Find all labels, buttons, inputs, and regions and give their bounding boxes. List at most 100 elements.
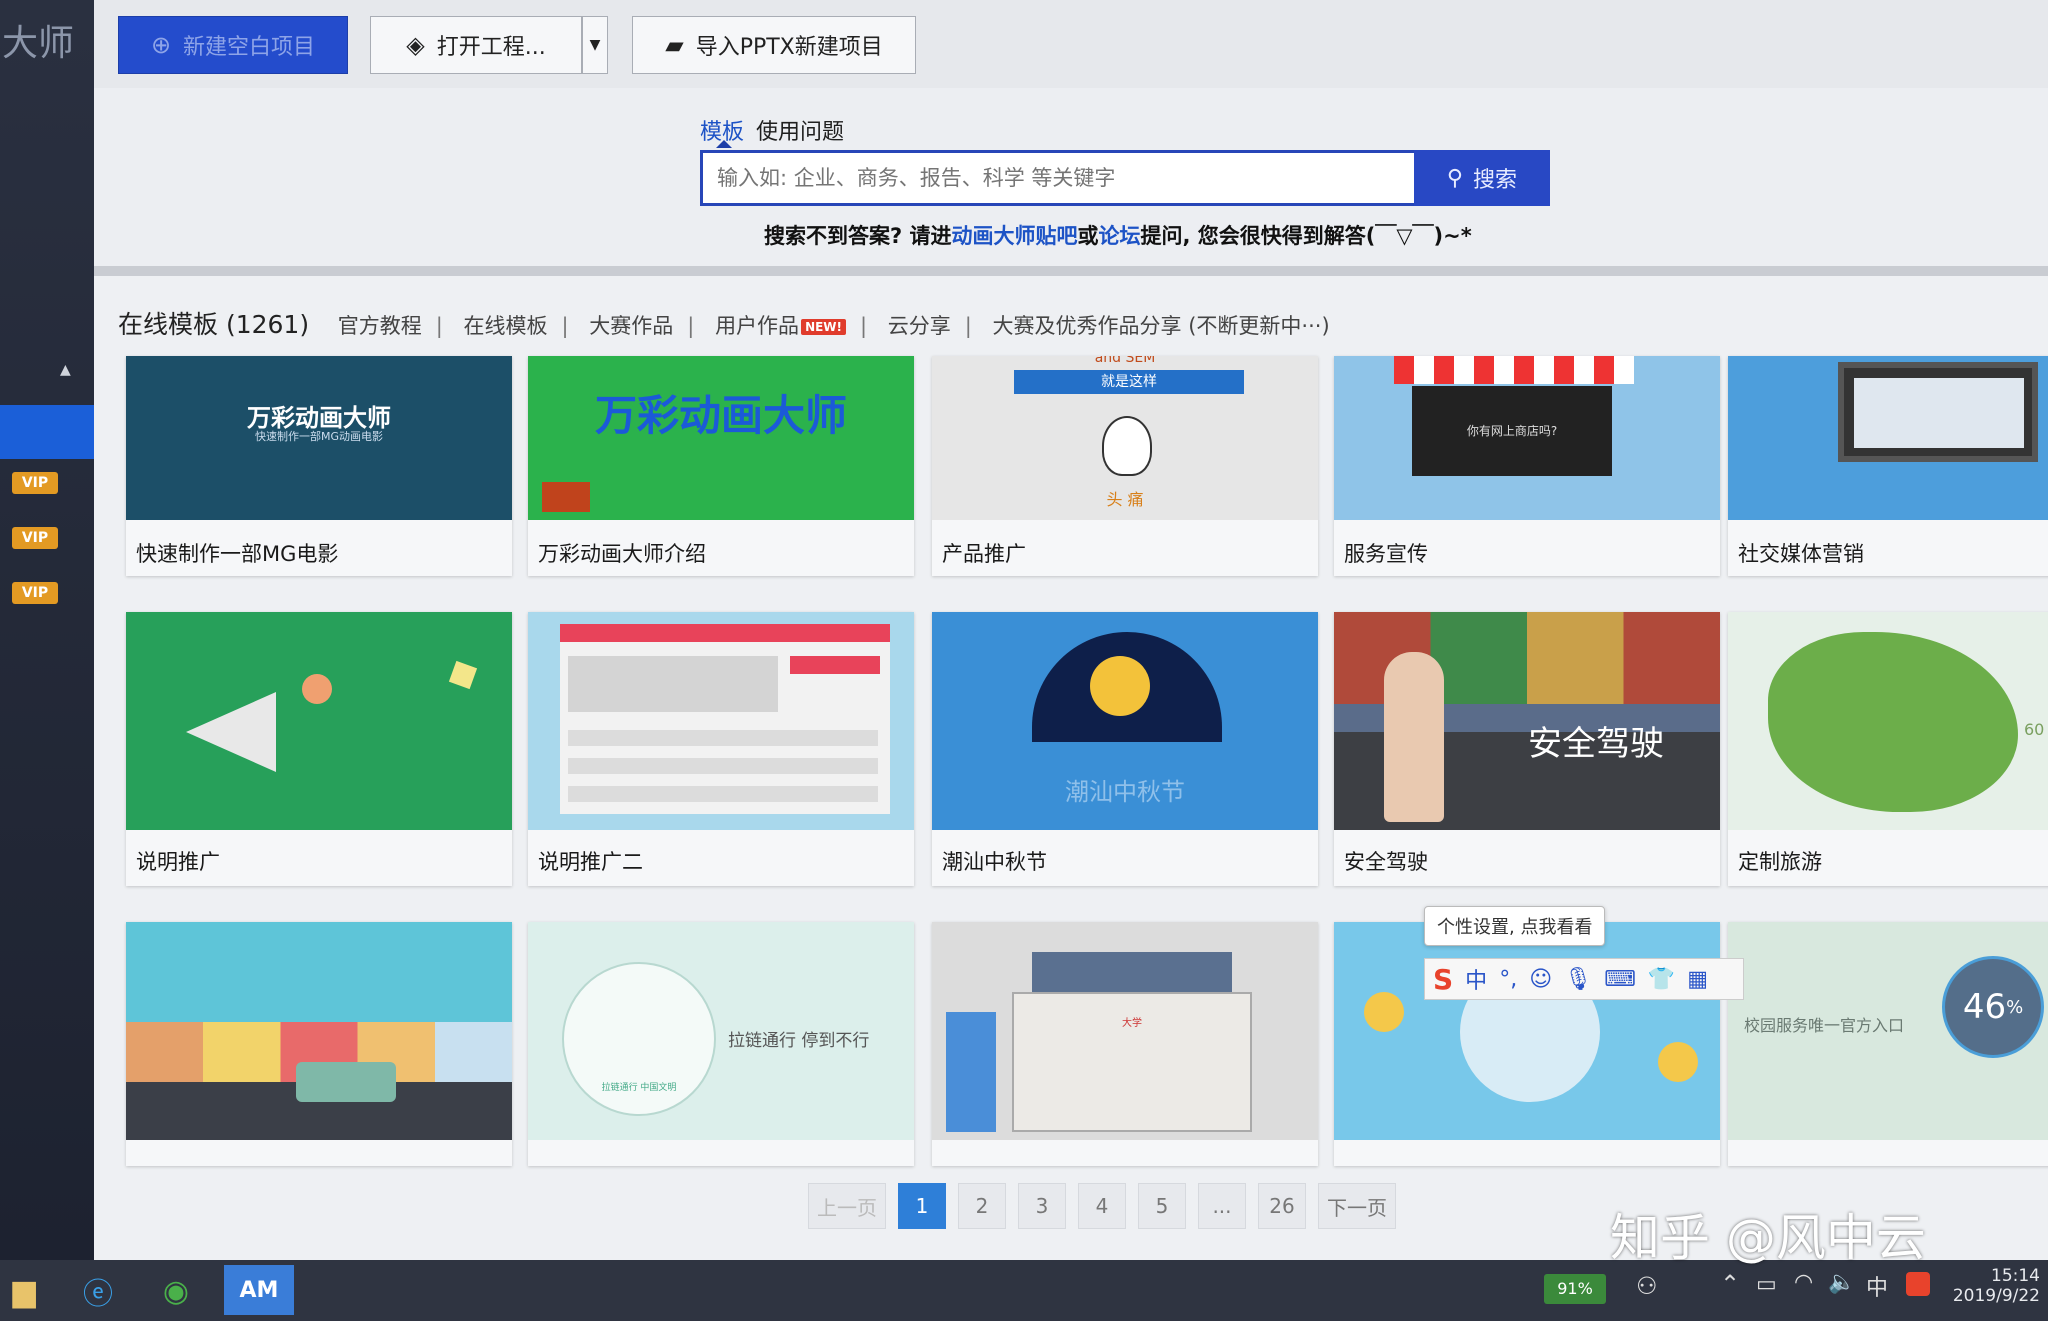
battery-icon[interactable]: ▭ — [1756, 1272, 1777, 1297]
megaphone-icon — [186, 692, 276, 772]
folder-icon[interactable]: ▆ — [0, 1268, 48, 1314]
sogou-logo-icon[interactable]: S — [1433, 963, 1453, 996]
template-card[interactable]: 说明推广 — [126, 612, 512, 886]
template-thumbnail: and SEM 就是这样 头 痛 — [932, 356, 1318, 520]
page-3[interactable]: 3 — [1018, 1183, 1066, 1229]
sidebar-active-item[interactable] — [0, 405, 94, 459]
ime-indicator[interactable]: 中 — [1866, 1270, 1888, 1302]
forum-link[interactable]: 论坛 — [1099, 224, 1141, 248]
new-badge: NEW! — [801, 319, 847, 335]
microphone-icon[interactable]: 🎙 — [1564, 967, 1592, 992]
page-1[interactable]: 1 — [898, 1183, 946, 1229]
clock[interactable]: 15:14 2019/9/22 — [1953, 1266, 2040, 1306]
wifi-icon[interactable]: ◠ — [1794, 1270, 1813, 1295]
template-title: 说明推广 — [136, 850, 220, 874]
template-card[interactable]: 大学 — [932, 922, 1318, 1166]
template-card[interactable]: 安全驾驶 安全驾驶 — [1334, 612, 1720, 886]
category-online-templates[interactable]: 在线模板 — [464, 314, 548, 338]
prev-page-button[interactable]: 上一页 — [808, 1183, 886, 1229]
performance-widget[interactable]: 46% — [1942, 956, 2044, 1058]
category-contest-works[interactable]: 大赛作品 — [589, 314, 673, 338]
template-card[interactable]: 社交媒体营销 — [1728, 356, 2048, 576]
people-icon[interactable]: ⚇ — [1636, 1272, 1658, 1300]
punctuation-icon[interactable]: °, — [1499, 967, 1517, 992]
tray-chevron-up-icon[interactable]: ⌃ — [1720, 1270, 1740, 1298]
page-26[interactable]: 26 — [1258, 1183, 1306, 1229]
template-card[interactable]: 60 定制旅游 — [1728, 612, 2048, 886]
category-cloud-share[interactable]: 云分享 — [888, 314, 951, 338]
layers-icon: ◈ — [406, 31, 425, 59]
template-title: 快速制作一部MG电影 — [136, 542, 339, 566]
emoji-icon[interactable]: ☺ — [1529, 967, 1552, 992]
open-project-button[interactable]: ◈ 打开工程... — [370, 16, 582, 74]
template-card[interactable] — [126, 922, 512, 1166]
gate-roof — [1032, 952, 1232, 992]
vip-badge[interactable]: VIP — [12, 527, 58, 549]
template-card[interactable]: 说明推广二 — [528, 612, 914, 886]
new-project-button[interactable]: ⊕ 新建空白项目 — [118, 16, 348, 74]
search-input[interactable] — [700, 150, 1426, 206]
template-thumbnail: 安全驾驶 — [1334, 612, 1720, 830]
desk-illustration — [542, 482, 590, 512]
open-project-dropdown[interactable]: ▼ — [582, 16, 608, 74]
volume-icon[interactable]: 🔈 — [1828, 1270, 1855, 1295]
plus-circle-icon: ⊕ — [150, 31, 172, 59]
ime-lang-toggle[interactable]: 中 — [1465, 963, 1487, 995]
ime-tooltip[interactable]: 个性设置, 点我看看 — [1424, 906, 1606, 946]
vip-badge[interactable]: VIP — [12, 472, 58, 494]
online-templates-count[interactable]: 在线模板 (1261) — [118, 310, 309, 339]
template-title: 安全驾驶 — [1344, 850, 1428, 874]
page-4[interactable]: 4 — [1078, 1183, 1126, 1229]
night-sky-illustration — [1032, 632, 1222, 742]
next-page-button[interactable]: 下一页 — [1318, 1183, 1396, 1229]
template-card[interactable]: 万彩动画大师 快速制作一部MG动画电影 快速制作一部MG电影 — [126, 356, 512, 576]
page-ellipsis: ... — [1198, 1183, 1246, 1229]
ime-toolbar[interactable]: S 中 °, ☺ 🎙 ⌨ 👕 ▦ — [1424, 958, 1744, 1000]
template-thumbnail — [126, 922, 512, 1140]
template-thumbnail: 潮汕中秋节 — [932, 612, 1318, 830]
university-gate-illustration: 大学 — [1012, 992, 1252, 1132]
page-2[interactable]: 2 — [958, 1183, 1006, 1229]
pagination: 上一页 1 2 3 4 5 ... 26 下一页 — [808, 1182, 1396, 1230]
template-title: 服务宣传 — [1344, 542, 1428, 566]
category-official-tutorials[interactable]: 官方教程 — [338, 314, 422, 338]
bus-illustration — [296, 1062, 396, 1102]
skin-icon[interactable]: 👕 — [1648, 967, 1675, 992]
category-user-works[interactable]: 用户作品 — [715, 314, 799, 338]
search-button[interactable]: ⚲ 搜索 — [1414, 150, 1550, 206]
tab-usage-questions[interactable]: 使用问题 — [756, 114, 844, 146]
collapse-arrow-icon[interactable]: ▲ — [60, 362, 71, 378]
page-5[interactable]: 5 — [1138, 1183, 1186, 1229]
template-thumbnail — [1728, 356, 2048, 520]
sogou-tray-icon[interactable] — [1906, 1272, 1930, 1296]
woman-illustration — [1384, 652, 1444, 822]
template-thumbnail: 60 — [1728, 612, 2048, 830]
template-card[interactable]: 你有网上商店吗? 服务宣传 — [1334, 356, 1720, 576]
app-window: 大师 ▲ VIP VIP VIP ⊕ 新建空白项目 ◈ 打开工程... ▼ ▰ … — [0, 0, 2048, 1321]
china-map-illustration — [1768, 632, 2018, 812]
building-left — [946, 1012, 996, 1132]
laptop-illustration — [1838, 362, 2038, 462]
template-title: 潮汕中秋节 — [942, 850, 1047, 874]
import-pptx-button[interactable]: ▰ 导入PPTX新建项目 — [632, 16, 916, 74]
battery-indicator[interactable]: 91% — [1544, 1274, 1606, 1304]
template-thumbnail: 拉链通行 中国文明 拉链通行 停到不行 — [528, 922, 914, 1140]
vip-badge[interactable]: VIP — [12, 582, 58, 604]
template-card[interactable]: 拉链通行 中国文明 拉链通行 停到不行 — [528, 922, 914, 1166]
zhihu-watermark: 知乎 @风中云 — [1610, 1209, 1926, 1267]
browser-360-icon[interactable]: ◉ — [152, 1268, 200, 1314]
animation-master-taskbar-button[interactable]: AM — [224, 1265, 294, 1315]
tab-indicator — [716, 140, 732, 148]
presentation-icon: ▰ — [665, 31, 684, 59]
grid-icon[interactable]: ▦ — [1687, 967, 1708, 992]
ie-browser-icon[interactable]: ⓔ — [74, 1268, 122, 1314]
template-title: 产品推广 — [942, 542, 1026, 566]
tieba-link[interactable]: 动画大师贴吧 — [952, 224, 1078, 248]
search-icon: ⚲ — [1446, 165, 1464, 191]
template-card[interactable]: and SEM 就是这样 头 痛 产品推广 — [932, 356, 1318, 576]
zipper-road-illustration: 拉链通行 中国文明 — [562, 962, 716, 1116]
template-card[interactable]: 万彩动画大师 万彩动画大师介绍 — [528, 356, 914, 576]
template-card[interactable]: 潮汕中秋节 潮汕中秋节 — [932, 612, 1318, 886]
category-contest-share[interactable]: 大赛及优秀作品分享 (不断更新中···) — [993, 314, 1330, 338]
keyboard-icon[interactable]: ⌨ — [1604, 967, 1636, 992]
